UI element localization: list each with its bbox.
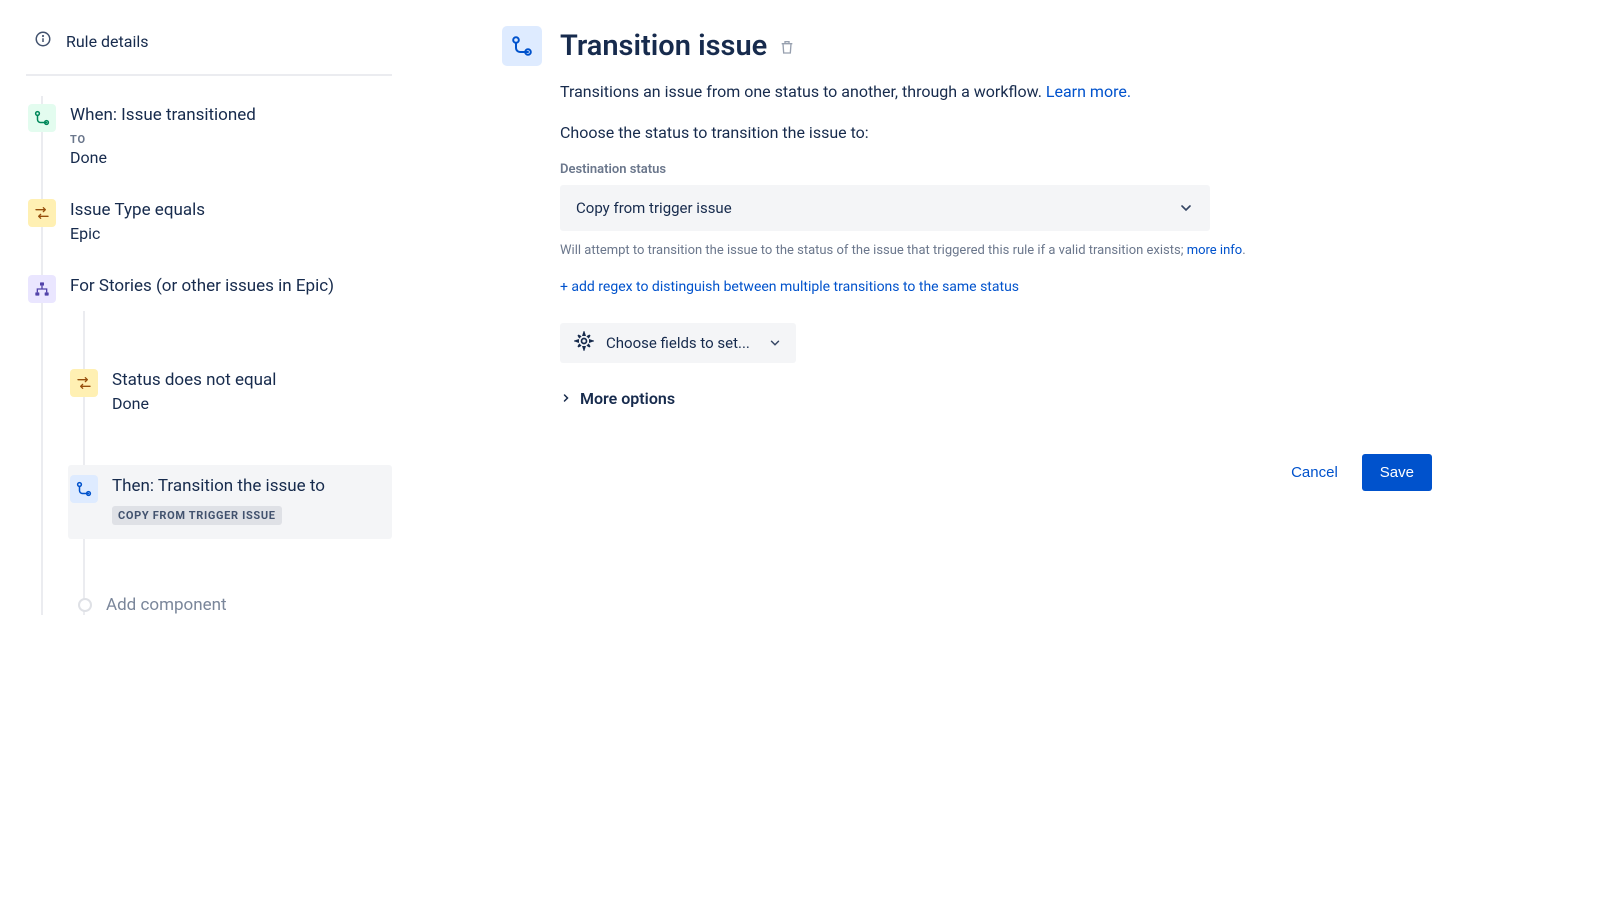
destination-status-label: Destination status <box>560 162 1432 177</box>
gear-icon <box>574 331 594 355</box>
panel-content: Transitions an issue from one status to … <box>560 82 1432 491</box>
step-value: Done <box>112 394 384 413</box>
choose-fields-label: Choose fields to set... <box>606 334 750 352</box>
step-condition-issuetype[interactable]: Issue Type equals Epic <box>26 191 392 267</box>
step-condition-status[interactable]: Status does not equal Done <box>68 361 392 437</box>
step-value: Done <box>70 148 384 167</box>
config-panel: Transition issue Transitions an issue fr… <box>392 20 1572 615</box>
rule-tree: When: Issue transitioned TO Done Issue T… <box>26 96 392 615</box>
rule-sidebar: Rule details When: Issue transitioned TO… <box>12 20 392 615</box>
condition-icon <box>28 199 56 227</box>
panel-title: Transition issue <box>560 29 767 63</box>
step-title: Issue Type equals <box>70 199 384 222</box>
condition-icon <box>70 369 98 397</box>
rule-details-header[interactable]: Rule details <box>26 20 392 76</box>
step-action-transition[interactable]: Then: Transition the issue to COPY FROM … <box>68 465 392 539</box>
more-options-label: More options <box>580 389 675 408</box>
workflow-icon <box>28 104 56 132</box>
step-value: Epic <box>70 224 384 243</box>
tree-line <box>83 311 85 615</box>
panel-description: Transitions an issue from one status to … <box>560 82 1432 101</box>
info-icon <box>34 30 52 52</box>
step-title: Status does not equal <box>112 369 384 392</box>
branch-children: Status does not equal Done Then: Transit… <box>68 311 392 615</box>
learn-more-link[interactable]: Learn more. <box>1046 82 1131 101</box>
choose-fields-button[interactable]: Choose fields to set... <box>560 323 796 363</box>
delete-icon[interactable] <box>779 43 795 59</box>
more-info-link[interactable]: more info <box>1187 243 1243 258</box>
step-branch[interactable]: For Stories (or other issues in Epic) <box>26 267 392 311</box>
choose-status-label: Choose the status to transition the issu… <box>560 123 1432 142</box>
rule-details-label: Rule details <box>66 32 149 51</box>
step-badge: COPY FROM TRIGGER ISSUE <box>112 506 282 525</box>
branch-icon <box>28 275 56 303</box>
panel-actions: Cancel Save <box>560 454 1432 491</box>
add-dot-icon <box>78 598 92 612</box>
add-regex-link[interactable]: + add regex to distinguish between multi… <box>560 279 1432 295</box>
chevron-down-icon <box>768 336 782 350</box>
step-sublabel: TO <box>70 133 384 146</box>
step-title: Then: Transition the issue to <box>112 475 384 498</box>
step-trigger[interactable]: When: Issue transitioned TO Done <box>26 96 392 191</box>
workflow-icon <box>70 475 98 503</box>
workflow-icon <box>502 26 542 66</box>
panel-header: Transition issue <box>502 26 1432 66</box>
add-component-label: Add component <box>106 595 227 615</box>
chevron-right-icon <box>560 392 572 404</box>
step-title: For Stories (or other issues in Epic) <box>70 275 384 298</box>
destination-status-select[interactable]: Copy from trigger issue <box>560 185 1210 231</box>
add-component[interactable]: Add component <box>68 583 392 615</box>
save-button[interactable]: Save <box>1362 454 1432 491</box>
more-options-toggle[interactable]: More options <box>560 389 1432 408</box>
select-value: Copy from trigger issue <box>576 199 732 217</box>
chevron-down-icon <box>1178 200 1194 216</box>
cancel-button[interactable]: Cancel <box>1285 456 1344 489</box>
destination-hint: Will attempt to transition the issue to … <box>560 241 1380 261</box>
step-title: When: Issue transitioned <box>70 104 384 127</box>
